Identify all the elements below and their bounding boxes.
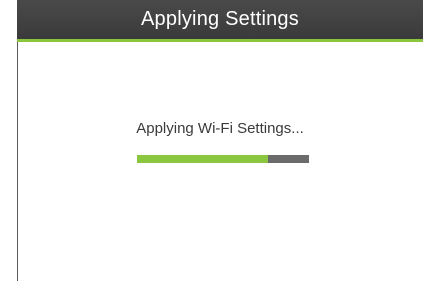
progress-bar-fill	[137, 155, 268, 163]
applying-settings-dialog: Applying Settings Applying Wi-Fi Setting…	[0, 0, 423, 281]
status-message: Applying Wi-Fi Settings...	[136, 120, 304, 137]
title-accent-divider	[17, 39, 423, 42]
dialog-left-border	[17, 42, 18, 281]
progress-bar	[137, 155, 309, 163]
dialog-title: Applying Settings	[17, 0, 423, 39]
